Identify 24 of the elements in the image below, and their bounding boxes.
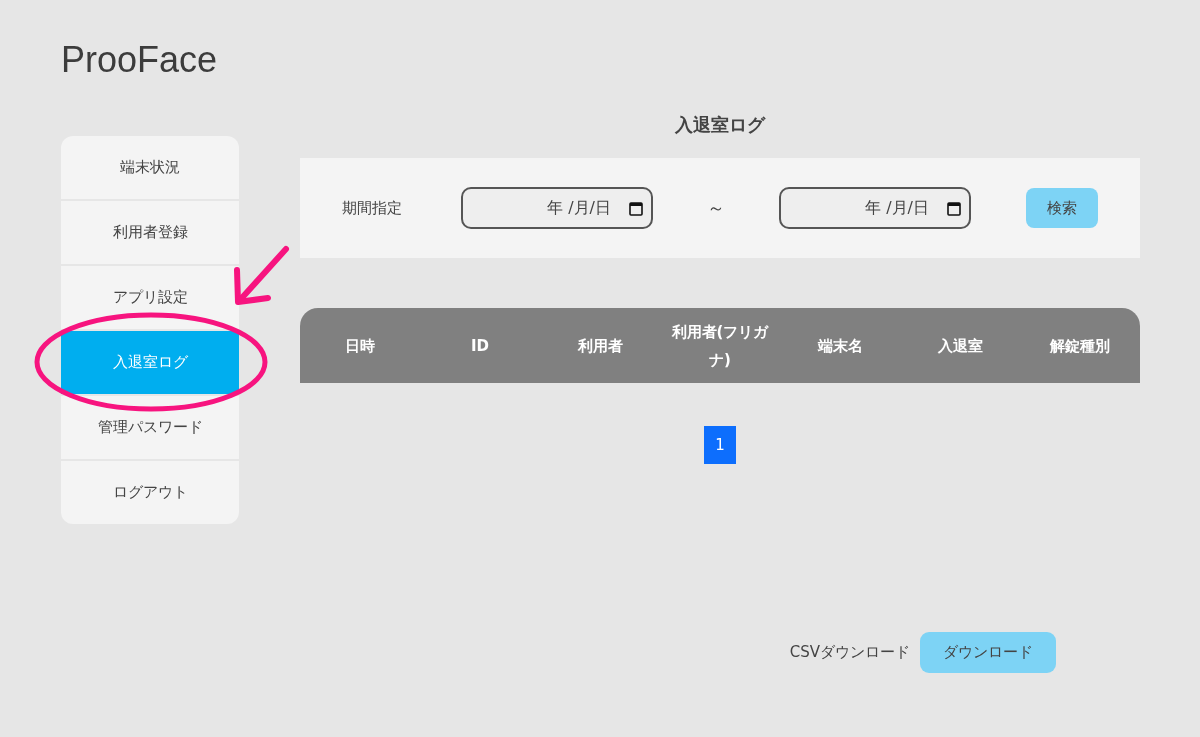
range-separator: ～ (706, 196, 726, 220)
search-button[interactable]: 検索 (1026, 188, 1098, 228)
sidebar-item[interactable]: アプリ設定 (61, 266, 239, 329)
sidebar-item[interactable]: 管理パスワード (61, 396, 239, 459)
date-field[interactable]: 年 /月/日 (779, 187, 971, 229)
date-field[interactable]: 年 /月/日 (461, 187, 653, 229)
column-header: 解錠種別 (1049, 335, 1111, 357)
sidebar-item[interactable]: 利用者登録 (61, 201, 239, 264)
download-button[interactable]: ダウンロード (920, 632, 1056, 673)
column-header: 日時 (344, 335, 376, 357)
column-header: 利用者(フリガナ) (670, 321, 770, 371)
period-label: 期間指定 (342, 198, 403, 218)
column-header: 入退室 (936, 335, 984, 357)
app-logo: ProoFace (61, 39, 218, 80)
calendar-icon[interactable] (629, 200, 643, 216)
page-button[interactable]: 1 (704, 426, 736, 464)
csv-download-label: CSVダウンロード (789, 643, 910, 662)
column-header: 端末名 (816, 335, 864, 357)
calendar-icon[interactable] (947, 200, 961, 216)
column-header: ID (469, 335, 490, 357)
sidebar-item[interactable]: ログアウト (61, 461, 239, 524)
sidebar-item[interactable]: 端末状況 (61, 136, 239, 199)
column-header: 利用者 (576, 335, 624, 357)
page-title: 入退室ログ (674, 113, 767, 137)
